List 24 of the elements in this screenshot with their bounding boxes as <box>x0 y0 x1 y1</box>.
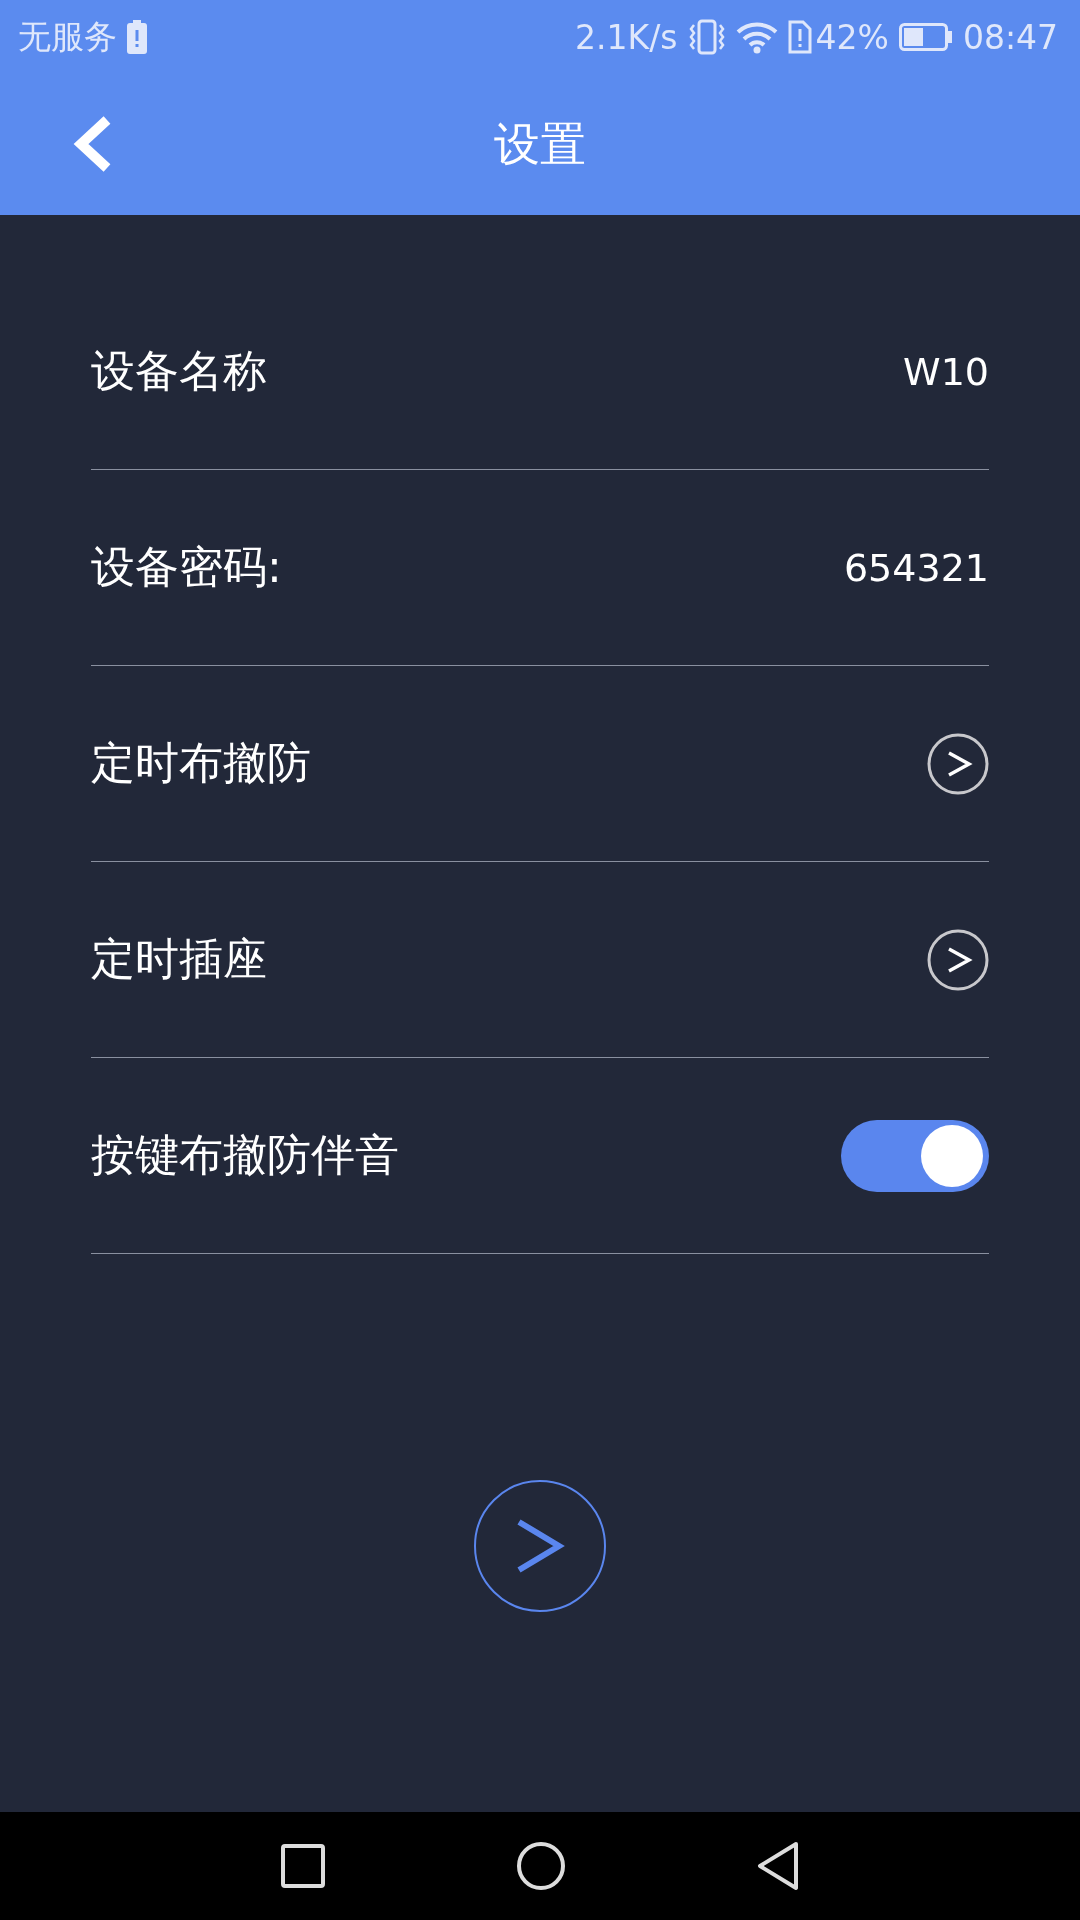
setting-label: 设备名称 <box>91 344 268 398</box>
battery-alert-icon <box>127 20 147 54</box>
chevron-circle-icon[interactable] <box>927 732 989 795</box>
clock-text: 08:47 <box>962 17 1058 57</box>
chevron-circle-icon[interactable] <box>927 928 989 991</box>
network-speed-text: 2.1K/s <box>575 17 678 57</box>
battery-icon <box>898 23 953 51</box>
setting-label: 定时插座 <box>91 932 268 986</box>
recent-apps-button[interactable] <box>280 1843 326 1889</box>
setting-label: 按键布撤防伴音 <box>91 1128 400 1182</box>
setting-value: W10 <box>903 349 989 394</box>
back-nav-button[interactable] <box>756 1841 800 1891</box>
page-title: 设置 <box>494 115 586 173</box>
chevron-right-icon <box>515 1518 565 1574</box>
vibrate-icon <box>687 19 726 55</box>
next-button[interactable] <box>474 1480 606 1612</box>
home-button[interactable] <box>516 1841 566 1891</box>
setting-label: 定时布撤防 <box>91 736 312 790</box>
setting-label: 设备密码: <box>91 540 283 594</box>
battery-percent-text: 42% <box>815 17 889 57</box>
carrier-text: 无服务 <box>18 15 117 58</box>
setting-value: 654321 <box>843 545 989 590</box>
wifi-icon <box>735 20 778 54</box>
sim-alert-icon <box>787 20 812 54</box>
